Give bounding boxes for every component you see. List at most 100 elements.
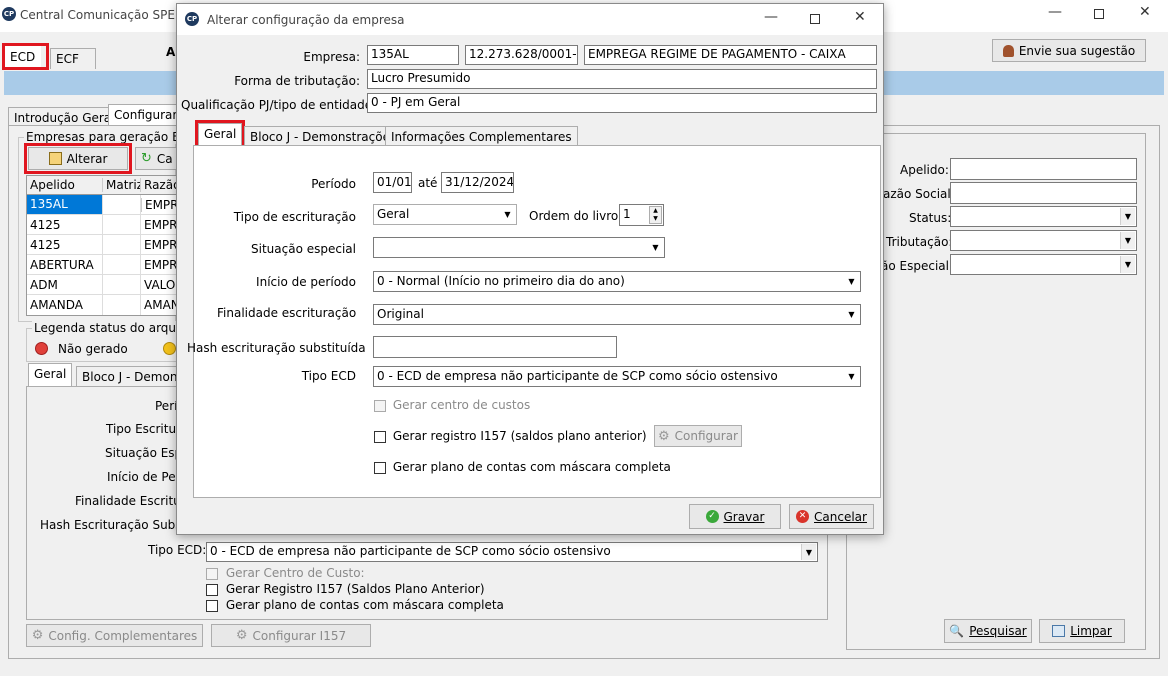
periodo-de-field[interactable]: 01/01 bbox=[373, 172, 412, 193]
checkbox[interactable] bbox=[206, 599, 218, 612]
chevron-down-icon: ▼ bbox=[844, 273, 859, 290]
search-button[interactable]: 🔍 Pesquisar bbox=[944, 619, 1032, 643]
ordem-livro-stepper[interactable]: 1 ▲ ▼ bbox=[619, 204, 664, 226]
checkbox[interactable] bbox=[374, 461, 386, 474]
chevron-down-icon: ▼ bbox=[500, 206, 515, 223]
grid-header-razao[interactable]: Razão bbox=[140, 178, 177, 192]
tab-bloco-j-lower[interactable]: Bloco J - Demonst bbox=[76, 366, 180, 387]
filter-situacao-select[interactable]: ▼ bbox=[950, 254, 1137, 275]
inicio-periodo-label: Início de período bbox=[256, 275, 356, 289]
dialog-minimize-icon[interactable]: — bbox=[764, 9, 778, 25]
status-red-icon bbox=[35, 342, 48, 355]
checkbox[interactable] bbox=[206, 583, 218, 596]
grid-col-divider bbox=[140, 195, 141, 315]
empresa-label: Empresa: bbox=[303, 50, 360, 64]
app-logo-icon: CP bbox=[2, 7, 16, 21]
close-icon[interactable]: ✕ bbox=[1139, 4, 1151, 20]
filter-label-apelido: Apelido: bbox=[900, 163, 949, 177]
finalidade-label: Finalidade escrituração bbox=[217, 306, 357, 320]
dialog-maximize-icon[interactable] bbox=[810, 14, 820, 24]
configurar-i157-button[interactable]: ⚙ Configurar I157 bbox=[211, 624, 371, 647]
grid-header-apelido[interactable]: Apelido bbox=[27, 178, 102, 192]
lower-label-periodo: Perí bbox=[155, 399, 178, 413]
empresa-nome-field[interactable]: EMPREGA REGIME DE PAGAMENTO - CAIXA bbox=[584, 45, 877, 65]
cancelar-button[interactable]: ✕ Cancelar bbox=[789, 504, 874, 529]
checkbox[interactable] bbox=[374, 430, 386, 443]
configurar-button[interactable]: ⚙ Configurar bbox=[654, 425, 742, 447]
checkbox bbox=[374, 399, 386, 412]
tipo-escrituracao-select[interactable]: Geral ▼ bbox=[373, 204, 517, 225]
clear-button[interactable]: Limpar bbox=[1039, 619, 1125, 643]
dialog-close-icon[interactable]: ✕ bbox=[854, 9, 866, 25]
lower-chk-i157[interactable]: Gerar Registro I157 (Saldos Plano Anteri… bbox=[206, 582, 485, 596]
a-fragment-label: A bbox=[166, 45, 176, 59]
gear-icon: ⚙ bbox=[31, 628, 44, 643]
periodo-ate-field[interactable]: 31/12/2024 bbox=[441, 172, 514, 193]
empresa-cnpj-field[interactable]: 12.273.628/0001-40 bbox=[465, 45, 578, 65]
tipo-ecd-select[interactable]: 0 - ECD de empresa não participante de S… bbox=[373, 366, 861, 387]
gear-icon: ⚙ bbox=[235, 628, 248, 643]
gravar-button[interactable]: ✓ Gravar bbox=[689, 504, 781, 529]
check-icon: ✓ bbox=[705, 510, 719, 523]
checkbox bbox=[206, 567, 218, 580]
situacao-especial-select[interactable]: ▼ bbox=[373, 237, 665, 258]
chk-plano-contas[interactable]: Gerar plano de contas com máscara comple… bbox=[374, 460, 671, 474]
filter-status-select[interactable]: ▼ bbox=[950, 206, 1137, 227]
chevron-down-icon: ▼ bbox=[844, 306, 859, 323]
maximize-icon[interactable] bbox=[1094, 9, 1104, 19]
forma-tributacao-field[interactable]: Lucro Presumido bbox=[367, 69, 877, 89]
dialog-window: CP Alterar configuração da empresa — ✕ E… bbox=[176, 3, 884, 535]
send-suggestion-button[interactable]: Envie sua sugestão bbox=[992, 39, 1146, 62]
legend-title: Legenda status do arquivo bbox=[32, 321, 196, 335]
forma-tributacao-label: Forma de tributação: bbox=[234, 74, 360, 88]
dialog-tab-bloco-j[interactable]: Bloco J - Demonstrações bbox=[244, 126, 403, 146]
empresa-codigo-field[interactable]: 135AL bbox=[367, 45, 459, 65]
refresh-icon: ↻ bbox=[141, 151, 152, 166]
tab-ecd-highlight bbox=[2, 43, 49, 70]
minimize-icon[interactable]: — bbox=[1048, 4, 1062, 20]
finalidade-select[interactable]: Original ▼ bbox=[373, 304, 861, 325]
chevron-down-icon: ▼ bbox=[648, 239, 663, 256]
tab-configurar[interactable]: Configurar bbox=[108, 104, 184, 127]
chevron-down-icon: ▼ bbox=[1120, 256, 1135, 273]
tab-introducao-geral[interactable]: Introdução Geral bbox=[8, 107, 121, 127]
lower-chk-plano[interactable]: Gerar plano de contas com máscara comple… bbox=[206, 598, 504, 612]
stepper-arrows-icon[interactable]: ▲ ▼ bbox=[649, 206, 662, 224]
cancel-icon: ✕ bbox=[796, 510, 810, 523]
hash-input[interactable] bbox=[373, 336, 617, 358]
tipo-ecd-label: Tipo ECD bbox=[301, 369, 356, 383]
chevron-down-icon: ▼ bbox=[801, 544, 816, 560]
legend-item-nao-gerado: Não gerado bbox=[58, 342, 128, 356]
filter-apelido-input[interactable] bbox=[950, 158, 1137, 180]
tab-geral-lower[interactable]: Geral bbox=[28, 363, 73, 387]
filter-label-status: Status: bbox=[909, 211, 952, 225]
chevron-down-icon: ▼ bbox=[844, 368, 859, 385]
dialog-title: Alterar configuração da empresa bbox=[207, 13, 405, 27]
lower-label-tipo-ecd: Tipo ECD: bbox=[148, 543, 207, 557]
grid-col-divider bbox=[102, 195, 103, 315]
filter-razao-input[interactable] bbox=[950, 182, 1137, 204]
config-complementares-button[interactable]: ⚙ Config. Complementares bbox=[26, 624, 203, 647]
filter-label-situacao: ão Especial: bbox=[881, 259, 954, 273]
grid-header-matriz[interactable]: Matriz bbox=[102, 178, 140, 192]
eraser-icon bbox=[1052, 625, 1066, 637]
chk-registro-i157[interactable]: Gerar registro I157 (saldos plano anteri… bbox=[374, 429, 647, 443]
lower-chk-centro: Gerar Centro de Custo: bbox=[206, 566, 365, 580]
ordem-livro-label: Ordem do livro bbox=[529, 209, 619, 223]
gear-icon: ⚙ bbox=[658, 428, 670, 444]
chevron-down-icon: ▼ bbox=[1120, 232, 1135, 249]
filter-label-razao: azão Social: bbox=[883, 187, 955, 201]
ate-label: até bbox=[418, 176, 438, 190]
lower-tipo-ecd-select[interactable]: 0 - ECD de empresa não participante de S… bbox=[206, 542, 818, 562]
filter-tributacao-select[interactable]: ▼ bbox=[950, 230, 1137, 251]
dialog-tab-geral-highlight bbox=[195, 120, 245, 148]
situacao-especial-label: Situação especial bbox=[251, 242, 356, 256]
ca-button[interactable]: ↻ Ca bbox=[135, 147, 180, 170]
qualificacao-field[interactable]: 0 - PJ em Geral bbox=[367, 93, 877, 113]
lower-label-inicio: Início de Perí bbox=[107, 470, 184, 484]
inicio-periodo-select[interactable]: 0 - Normal (Início no primeiro dia do an… bbox=[373, 271, 861, 292]
periodo-label: Período bbox=[311, 177, 356, 191]
user-icon bbox=[1002, 44, 1014, 57]
tab-ecf[interactable]: ECF bbox=[50, 48, 96, 69]
dialog-tab-info-compl[interactable]: Informações Complementares bbox=[385, 126, 578, 146]
